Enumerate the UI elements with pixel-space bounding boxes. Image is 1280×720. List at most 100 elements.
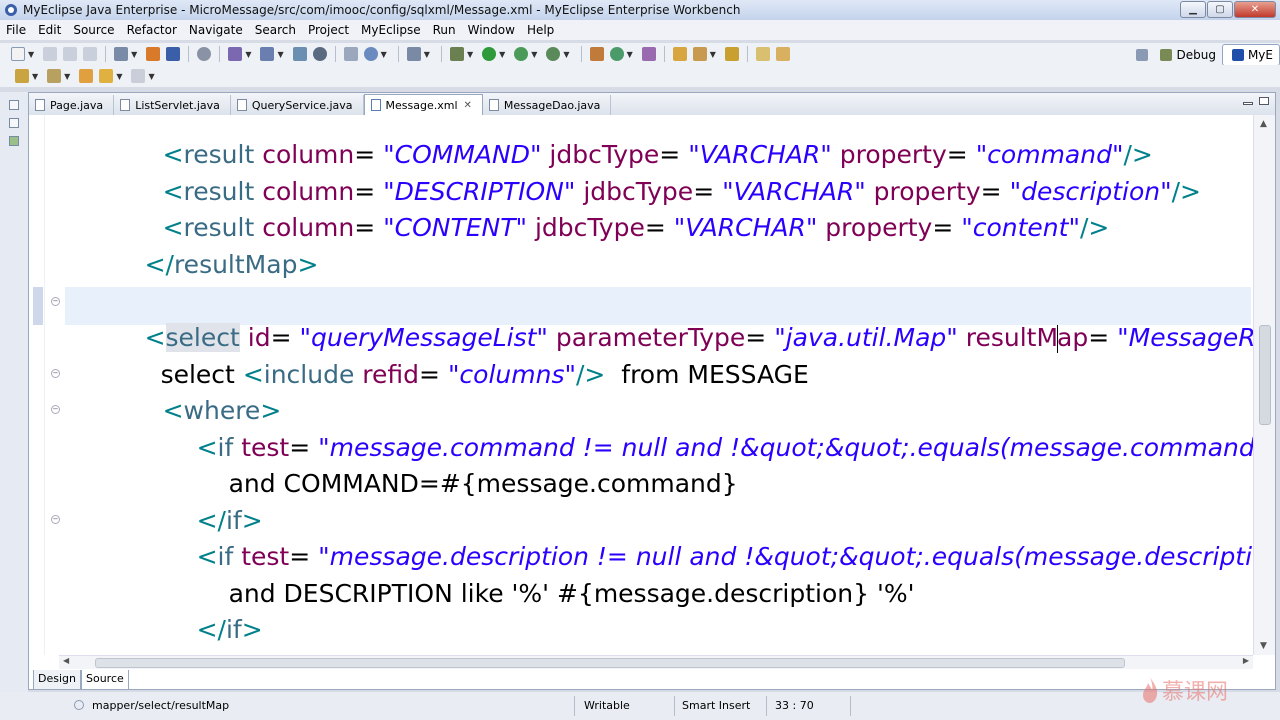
restore-view-icon[interactable] xyxy=(9,100,19,110)
forward-dropdown-icon[interactable]: ▼ xyxy=(148,72,154,81)
menu-navigate[interactable]: Navigate xyxy=(183,23,249,37)
tab-message-xml[interactable]: Message.xml ✕ xyxy=(363,94,483,115)
myeclipse-perspective[interactable]: MyE xyxy=(1221,44,1280,66)
vertical-scroll-thumb[interactable] xyxy=(1259,325,1271,425)
next-annotation-dropdown-icon[interactable]: ▼ xyxy=(32,72,38,81)
maximize-button[interactable]: ▢ xyxy=(1207,1,1233,18)
external-tools-icon[interactable] xyxy=(546,47,561,61)
package-explorer-icon[interactable] xyxy=(9,118,19,128)
tab-source[interactable]: Source xyxy=(80,670,129,690)
new-package-dropdown-icon[interactable]: ▼ xyxy=(627,50,633,59)
prev-annotation-icon[interactable] xyxy=(47,69,62,83)
menu-search[interactable]: Search xyxy=(249,23,302,37)
minimize-button[interactable]: ▁ xyxy=(1180,1,1206,18)
menu-refactor[interactable]: Refactor xyxy=(121,23,183,37)
code-line: </if> xyxy=(196,506,263,535)
coverage-icon[interactable] xyxy=(514,47,529,61)
menu-myeclipse[interactable]: MyEclipse xyxy=(355,23,427,37)
close-tab-icon[interactable]: ✕ xyxy=(464,100,472,111)
save-all-icon[interactable] xyxy=(63,47,78,61)
hierarchy-icon[interactable] xyxy=(9,136,19,146)
java-file-icon xyxy=(236,99,247,111)
tab-queryservice-java[interactable]: QueryService.java xyxy=(231,95,364,115)
fold-toggle-icon[interactable]: − xyxy=(51,297,60,306)
tab-design[interactable]: Design xyxy=(33,670,81,690)
run-dropdown-icon[interactable]: ▼ xyxy=(499,50,505,59)
back-dropdown-icon[interactable]: ▼ xyxy=(116,72,122,81)
menu-window[interactable]: Window xyxy=(462,23,521,37)
current-line-marker xyxy=(33,287,43,325)
package-icon[interactable] xyxy=(166,47,181,61)
menu-run[interactable]: Run xyxy=(427,23,462,37)
debug-perspective[interactable]: Debug xyxy=(1151,44,1221,66)
new-class-icon[interactable] xyxy=(589,47,604,61)
new-web-icon[interactable] xyxy=(260,47,275,61)
next-annotation-icon[interactable] xyxy=(15,69,29,83)
fold-toggle-icon[interactable]: − xyxy=(51,405,60,414)
outline-icon[interactable] xyxy=(755,47,770,61)
editor-tab-bar: Page.java ListServlet.java QueryService.… xyxy=(29,93,1275,115)
coverage-dropdown-icon[interactable]: ▼ xyxy=(531,50,537,59)
open-folder-icon[interactable] xyxy=(672,47,687,61)
monitor-icon[interactable] xyxy=(406,47,421,61)
new-package-icon[interactable] xyxy=(609,47,624,61)
debug-icon[interactable] xyxy=(449,47,464,61)
code-area[interactable]: − − − − <result column= "COMMAND" jdbcTy… xyxy=(29,115,1253,655)
fold-toggle-icon[interactable]: − xyxy=(51,369,60,378)
menu-help[interactable]: Help xyxy=(521,23,560,37)
browser-icon[interactable] xyxy=(363,47,378,61)
vertical-scrollbar[interactable]: ▲ ▼ xyxy=(1253,115,1275,655)
new-web-dropdown-icon[interactable]: ▼ xyxy=(277,50,283,59)
browser-dropdown-icon[interactable]: ▼ xyxy=(381,50,387,59)
tab-messagedao-java[interactable]: MessageDao.java xyxy=(483,95,612,115)
code-line: <if test= "message.command != null and !… xyxy=(196,433,1253,462)
prev-annotation-dropdown-icon[interactable]: ▼ xyxy=(64,72,70,81)
deploy-icon[interactable] xyxy=(146,47,161,61)
new-java-icon[interactable] xyxy=(228,47,243,61)
back-icon[interactable] xyxy=(99,69,114,83)
image-icon[interactable] xyxy=(343,47,358,61)
last-edit-icon[interactable] xyxy=(79,69,94,83)
tasks-icon[interactable] xyxy=(724,47,739,61)
search-file-icon[interactable] xyxy=(775,47,790,61)
horizontal-scroll-thumb[interactable] xyxy=(95,658,1125,668)
external-tools-dropdown-icon[interactable]: ▼ xyxy=(563,50,569,59)
menu-project[interactable]: Project xyxy=(302,23,355,37)
server-icon[interactable] xyxy=(114,47,129,61)
code-line: <result column= "COMMAND" jdbcType= "VAR… xyxy=(162,140,1153,169)
new-dropdown-icon[interactable]: ▼ xyxy=(28,50,34,59)
open-perspective-icon[interactable] xyxy=(1136,49,1149,61)
tab-page-java[interactable]: Page.java xyxy=(29,95,115,115)
debug-dropdown-icon[interactable]: ▼ xyxy=(467,50,473,59)
edit-icon[interactable] xyxy=(692,47,707,61)
database-icon[interactable] xyxy=(197,47,212,61)
close-button[interactable]: ✕ xyxy=(1234,1,1276,18)
open-type-icon[interactable] xyxy=(292,47,307,61)
tab-listservlet-java[interactable]: ListServlet.java xyxy=(114,95,231,115)
scroll-down-icon[interactable]: ▼ xyxy=(1260,641,1267,651)
edit-dropdown-icon[interactable]: ▼ xyxy=(710,50,716,59)
forward-icon[interactable] xyxy=(131,69,146,83)
new-icon[interactable] xyxy=(11,47,25,61)
menu-source[interactable]: Source xyxy=(67,23,120,37)
secondary-toolbar: ▼ ▼ ▼ ▼ xyxy=(0,65,1280,87)
new-interface-icon[interactable] xyxy=(641,47,656,61)
print-icon[interactable] xyxy=(83,47,98,61)
server-dropdown-icon[interactable]: ▼ xyxy=(131,50,137,59)
globe-icon[interactable] xyxy=(312,47,327,61)
scroll-up-icon[interactable]: ▲ xyxy=(1260,119,1267,129)
run-icon[interactable] xyxy=(482,47,497,61)
menu-file[interactable]: File xyxy=(0,23,32,37)
maximize-editor-icon[interactable] xyxy=(1259,97,1269,105)
fold-toggle-icon[interactable]: − xyxy=(51,515,60,524)
java-file-icon xyxy=(120,99,131,111)
perspective-switcher: Debug MyE xyxy=(1133,43,1280,67)
minimize-editor-icon[interactable] xyxy=(1243,102,1253,105)
scroll-left-icon[interactable]: ◀ xyxy=(63,656,69,665)
scroll-right-icon[interactable]: ▶ xyxy=(1243,656,1249,665)
monitor-dropdown-icon[interactable]: ▼ xyxy=(424,50,430,59)
menu-edit[interactable]: Edit xyxy=(32,23,67,37)
horizontal-scrollbar[interactable]: ◀ ▶ xyxy=(59,655,1253,669)
save-icon[interactable] xyxy=(43,47,58,61)
new-java-dropdown-icon[interactable]: ▼ xyxy=(245,50,251,59)
